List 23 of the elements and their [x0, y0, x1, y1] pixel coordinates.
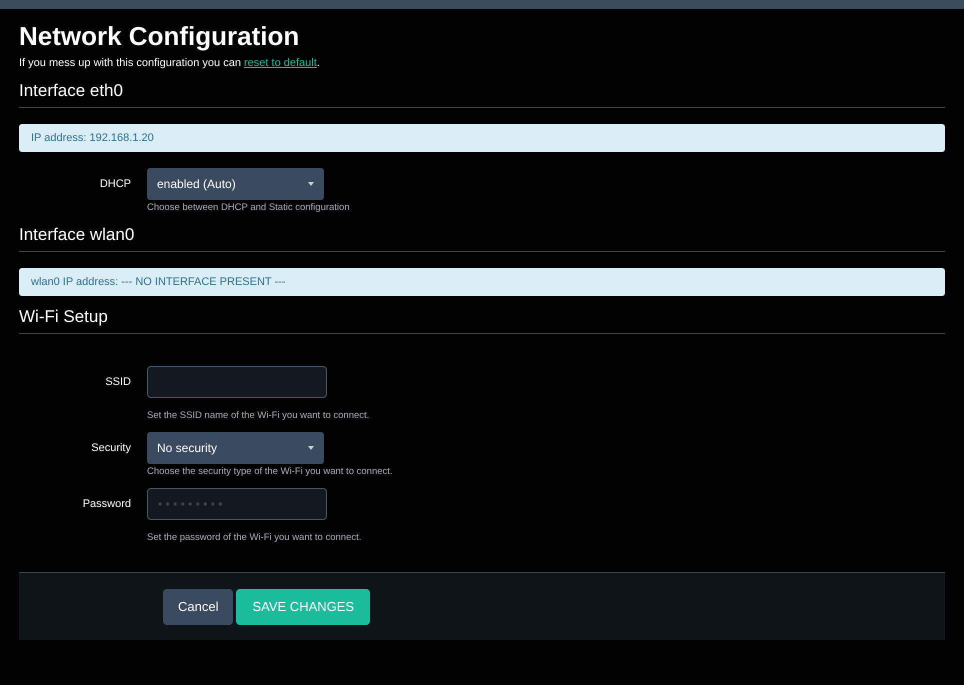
field-label: Password [82, 497, 132, 512]
field-label: Security [90, 441, 132, 456]
info-alert: IP address: 192.168.1.20 [19, 124, 945, 152]
select-dropdown[interactable]: No security [147, 432, 324, 464]
section-heading: Interface eth0 [19, 80, 945, 108]
help-text: Choose the security type of the Wi-Fi you want to connect. [147, 466, 393, 478]
password-input[interactable]: • • • • • • • • • [147, 488, 327, 520]
field-label: DHCP [98, 177, 132, 192]
help-text: Choose between DHCP and Static configuration [147, 202, 350, 214]
section-heading: Interface wlan0 [19, 224, 945, 252]
caret-icon [308, 446, 314, 450]
page-title: Network Configuration [19, 20, 300, 52]
help-text: Set the password of the Wi-Fi you want to connect. [147, 532, 362, 544]
reset-link[interactable]: reset to default [244, 57, 317, 69]
intro-text: If you mess up with this configuration you can reset to default. [19, 56, 321, 70]
help-text: Set the SSID name of the Wi-Fi you want to connect. [147, 410, 370, 422]
select-dropdown[interactable]: enabled (Auto) [147, 168, 324, 200]
text-input[interactable] [147, 366, 327, 398]
info-alert: wlan0 IP address: --- NO INTERFACE PRESENT --- [19, 268, 945, 296]
section-heading: Wi-Fi Setup [19, 306, 945, 334]
field-label: SSID [104, 375, 132, 390]
cancel-button[interactable]: Cancel [163, 588, 234, 624]
caret-icon [308, 182, 314, 186]
